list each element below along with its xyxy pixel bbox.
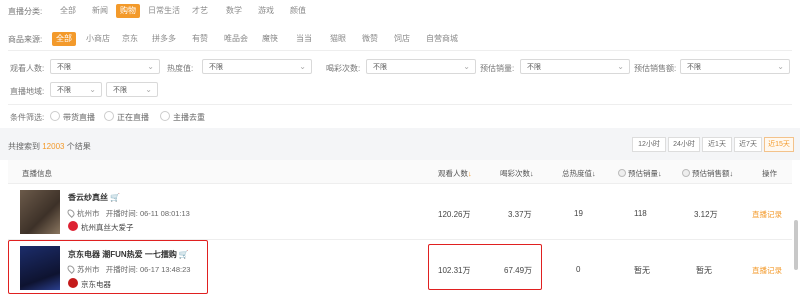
est-sales-select[interactable]: 不限 ⌄ (520, 59, 630, 74)
scrollbar[interactable] (794, 220, 798, 270)
range-12h[interactable]: 12小时 (632, 137, 666, 152)
viewers-value: 120.26万 (438, 210, 471, 219)
live-thumbnail[interactable] (20, 190, 60, 234)
chevron-down-icon: ⌄ (463, 62, 470, 71)
sort-down-icon: ↓ (729, 169, 734, 178)
selling-live-checkbox[interactable] (50, 111, 60, 121)
category-math[interactable]: 数学 (222, 4, 246, 18)
province-select[interactable]: 不限 ⌄ (50, 82, 102, 97)
col-likes[interactable]: 喝彩次数↓ (500, 168, 534, 179)
highlight-box (428, 244, 542, 290)
source-youzan[interactable]: 有赞 (188, 32, 212, 46)
heat-filter-label: 热度值: (167, 64, 194, 73)
est-sales-value: 暂无 (634, 266, 650, 275)
category-daily[interactable]: 日常生活 (144, 4, 184, 18)
source-pdd[interactable]: 拼多多 (148, 32, 180, 46)
dedupe-anchor-checkbox[interactable] (160, 111, 170, 121)
est-amount-filter-label: 预估销售额: (634, 64, 677, 73)
col-est-sales[interactable]: 预估销量↓ (618, 168, 662, 179)
source-sidian[interactable]: 饲店 (390, 32, 414, 46)
col-heat[interactable]: 总热度值↓ (562, 168, 596, 179)
live-record-link[interactable]: 直播记录 (752, 209, 782, 220)
sort-down-icon: ↓ (530, 169, 534, 178)
sort-down-icon: ↓ (658, 169, 662, 178)
selling-live-label: 带货直播 (63, 113, 95, 122)
chevron-down-icon: ⌄ (89, 85, 96, 94)
viewers-select[interactable]: 不限 ⌄ (50, 59, 160, 74)
city-select[interactable]: 不限 ⌄ (106, 82, 158, 97)
source-maoyan[interactable]: 猫眼 (326, 32, 350, 46)
source-own-mall[interactable]: 自营商城 (422, 32, 462, 46)
heat-value: 19 (574, 209, 583, 218)
heat-select[interactable]: 不限 ⌄ (202, 59, 312, 74)
region-filter-label: 直播地域: (10, 87, 45, 96)
chevron-down-icon: ⌄ (617, 62, 624, 71)
likes-select[interactable]: 不限 ⌄ (366, 59, 476, 74)
viewers-filter-label: 观看人数: (10, 64, 45, 73)
likes-value: 3.37万 (508, 210, 532, 219)
chevron-down-icon: ⌄ (299, 62, 306, 71)
range-24h[interactable]: 24小时 (668, 137, 700, 152)
range-1d[interactable]: 近1天 (702, 137, 732, 152)
chevron-down-icon: ⌄ (147, 62, 154, 71)
col-action: 操作 (762, 169, 777, 178)
likes-filter-label: 喝彩次数: (326, 64, 361, 73)
category-talent[interactable]: 才艺 (188, 4, 212, 18)
source-weizan[interactable]: 微赞 (358, 32, 382, 46)
source-mini-store[interactable]: 小商店 (82, 32, 114, 46)
category-looks[interactable]: 颜值 (286, 4, 310, 18)
dedupe-anchor-label: 主播去重 (173, 113, 205, 122)
avatar (68, 221, 78, 231)
est-sales-value: 118 (634, 209, 647, 218)
category-game[interactable]: 游戏 (254, 4, 278, 18)
est-amount-value: 3.12万 (694, 210, 718, 219)
divider (8, 104, 792, 105)
chevron-down-icon: ⌄ (145, 85, 152, 94)
est-amount-value: 暂无 (696, 266, 712, 275)
category-news[interactable]: 新闻 (88, 4, 112, 18)
sort-down-icon: ↓ (468, 169, 472, 178)
source-vip[interactable]: 唯品会 (220, 32, 252, 46)
results-count: 共搜索到 12003 个结果 (8, 142, 91, 151)
source-mokuai[interactable]: 魔筷 (258, 32, 282, 46)
conditions-label: 条件筛选: (10, 113, 45, 122)
live-record-link[interactable]: 直播记录 (752, 265, 782, 276)
sort-down-icon: ↓ (592, 169, 596, 178)
range-15d[interactable]: 近15天 (764, 137, 794, 152)
info-icon (618, 169, 626, 177)
live-meta: 杭州市 开播时间: 06-11 08:01:13 (66, 208, 190, 219)
col-viewers[interactable]: 观看人数↓ (438, 168, 472, 179)
table-header (8, 160, 792, 184)
category-shopping[interactable]: 购物 (116, 4, 140, 18)
live-title[interactable]: 香云纱真丝 🛒 (68, 192, 120, 203)
info-icon (682, 169, 690, 177)
results-number: 12003 (42, 142, 65, 151)
range-7d[interactable]: 近7天 (734, 137, 762, 152)
location-icon (66, 208, 76, 218)
est-sales-filter-label: 预估销量: (480, 64, 515, 73)
source-label: 商品来源: (8, 35, 43, 44)
heat-value: 0 (576, 265, 581, 274)
source-jd[interactable]: 京东 (118, 32, 142, 46)
category-label: 直播分类: (8, 7, 43, 16)
cart-icon: 🛒 (110, 193, 120, 202)
highlight-box (8, 240, 208, 294)
anchor-info[interactable]: 杭州真丝大爱子 (68, 221, 134, 233)
chevron-down-icon: ⌄ (777, 62, 784, 71)
source-all[interactable]: 全部 (52, 32, 76, 46)
col-info: 直播信息 (22, 169, 52, 178)
est-amount-select[interactable]: 不限 ⌄ (680, 59, 790, 74)
divider (8, 50, 792, 51)
source-dangdang[interactable]: 当当 (292, 32, 316, 46)
is-live-checkbox[interactable] (104, 111, 114, 121)
category-all[interactable]: 全部 (56, 4, 80, 18)
is-live-label: 正在直播 (117, 113, 149, 122)
col-est-amount[interactable]: 预估销售额↓ (682, 168, 733, 179)
